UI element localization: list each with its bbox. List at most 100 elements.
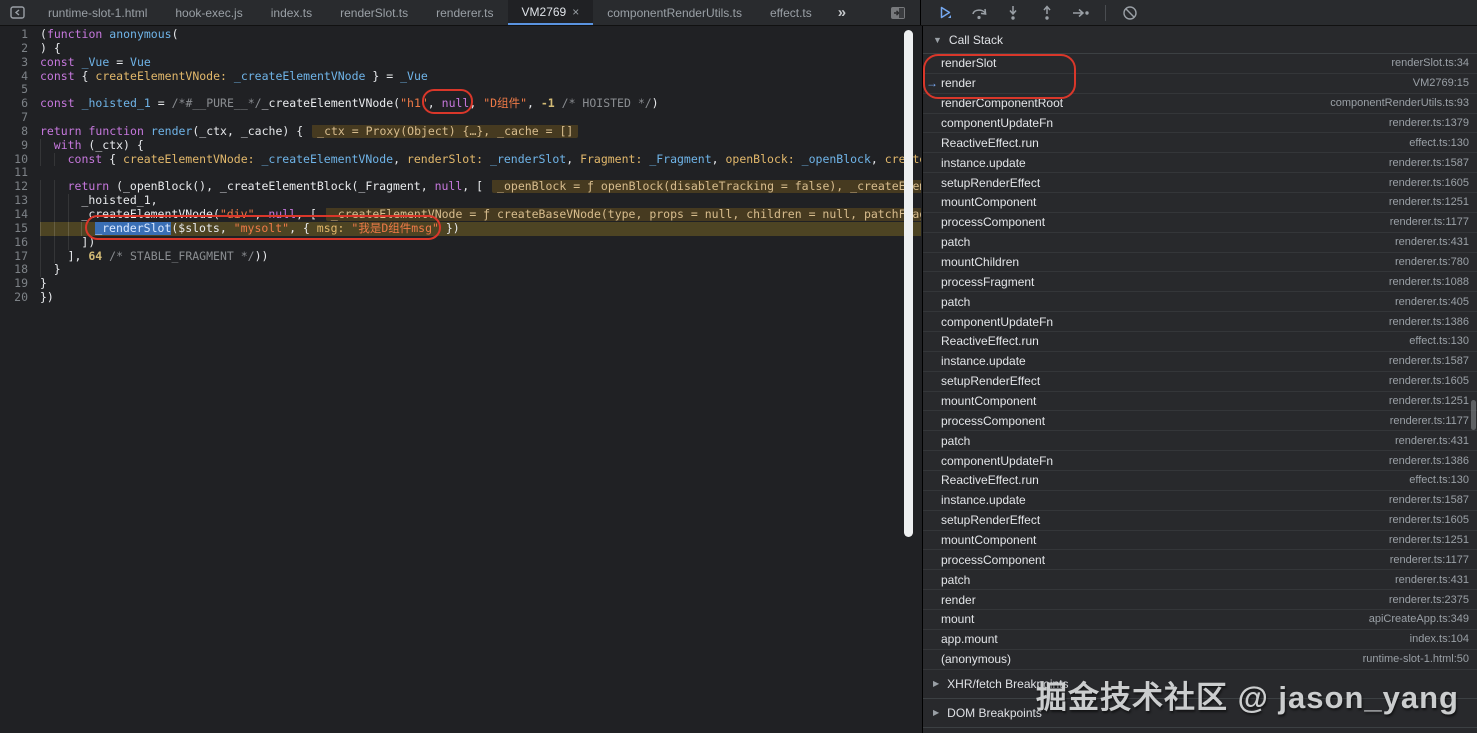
frame-location[interactable]: effect.ts:130 xyxy=(1409,335,1469,347)
code-line-20[interactable]: 20}) xyxy=(0,290,921,305)
line-number[interactable]: 15 xyxy=(0,221,40,236)
code-line-13[interactable]: 13 _hoisted_1, xyxy=(0,193,921,208)
frame-location[interactable]: renderer.ts:1251 xyxy=(1389,395,1469,407)
code-line-16[interactable]: 16]) xyxy=(0,235,921,250)
call-stack-frame[interactable]: patch renderer.ts:431 xyxy=(923,431,1477,452)
code-line-4[interactable]: 4 const { createElementVNode: _createElem… xyxy=(0,69,921,84)
frame-location[interactable]: renderSlot.ts:34 xyxy=(1391,57,1469,69)
tab-hook-exec-js[interactable]: hook-exec.js xyxy=(161,0,256,25)
frame-location[interactable]: apiCreateApp.ts:349 xyxy=(1369,613,1469,625)
call-stack-frame[interactable]: instance.update renderer.ts:1587 xyxy=(923,352,1477,372)
call-stack-frame[interactable]: render renderer.ts:2375 xyxy=(923,590,1477,611)
call-stack-frame[interactable]: patch renderer.ts:431 xyxy=(923,233,1477,253)
step-icon[interactable] xyxy=(1069,3,1093,23)
code-line-5[interactable]: 5 xyxy=(0,83,921,98)
step-out-icon[interactable] xyxy=(1035,3,1059,23)
code-line-17[interactable]: 17], 64 /* STABLE_FRAGMENT */)) xyxy=(0,249,921,264)
frame-location[interactable]: renderer.ts:405 xyxy=(1395,296,1469,308)
frame-location[interactable]: renderer.ts:431 xyxy=(1395,574,1469,586)
tab-componentrenderutils-ts[interactable]: componentRenderUtils.ts xyxy=(593,0,756,25)
tab-effect-ts[interactable]: effect.ts xyxy=(756,0,826,25)
line-number[interactable]: 3 xyxy=(0,55,40,70)
code-line-10[interactable]: 10 const { createElementVNode: _createEle… xyxy=(0,152,921,167)
call-stack-frame[interactable]: patch renderer.ts:405 xyxy=(923,292,1477,313)
deactivate-breakpoints-icon[interactable] xyxy=(1118,3,1142,23)
frame-location[interactable]: renderer.ts:780 xyxy=(1395,256,1469,268)
code-line-12[interactable]: 12 return (_openBlock(), _createElementBl… xyxy=(0,179,921,195)
more-tabs-icon[interactable]: » xyxy=(826,0,858,25)
call-stack-frame[interactable]: (anonymous) runtime-slot-1.html:50 xyxy=(923,650,1477,670)
line-number[interactable]: 12 xyxy=(0,179,40,195)
call-stack-frame[interactable]: componentUpdateFn renderer.ts:1379 xyxy=(923,114,1477,134)
code-line-9[interactable]: 9 with (_ctx) { xyxy=(0,138,921,153)
code-line-2[interactable]: 2) { xyxy=(0,41,921,56)
call-stack-frame[interactable]: instance.update renderer.ts:1587 xyxy=(923,153,1477,174)
line-number[interactable]: 18 xyxy=(0,262,40,278)
line-number[interactable]: 19 xyxy=(0,276,40,292)
call-stack-frame[interactable]: ReactiveEffect.run effect.ts:130 xyxy=(923,332,1477,352)
frame-location[interactable]: renderer.ts:1605 xyxy=(1389,514,1469,526)
editor-scrollbar[interactable] xyxy=(904,30,913,537)
call-stack-frame[interactable]: app.mount index.ts:104 xyxy=(923,630,1477,650)
call-stack-frame[interactable]: processFragment renderer.ts:1088 xyxy=(923,272,1477,293)
call-stack-frame[interactable]: setupRenderEffect renderer.ts:1605 xyxy=(923,511,1477,531)
line-number[interactable]: 14 xyxy=(0,207,40,222)
line-number[interactable]: 13 xyxy=(0,193,40,208)
line-number[interactable]: 16 xyxy=(0,235,40,250)
resume-script-icon[interactable] xyxy=(933,3,957,23)
call-stack-header[interactable]: ▼ Call Stack xyxy=(923,26,1477,54)
frame-location[interactable]: runtime-slot-1.html:50 xyxy=(1363,653,1469,665)
line-number[interactable]: 8 xyxy=(0,124,40,139)
frame-location[interactable]: renderer.ts:431 xyxy=(1395,236,1469,248)
frame-location[interactable]: renderer.ts:1386 xyxy=(1389,316,1469,328)
call-stack-frame[interactable]: processComponent renderer.ts:1177 xyxy=(923,213,1477,233)
frame-location[interactable]: renderer.ts:1251 xyxy=(1389,534,1469,546)
frame-location[interactable]: renderer.ts:1177 xyxy=(1390,554,1469,566)
frame-location[interactable]: effect.ts:130 xyxy=(1409,137,1469,149)
sidebar-scrollbar[interactable] xyxy=(1471,400,1476,430)
call-stack-frame[interactable]: setupRenderEffect renderer.ts:1605 xyxy=(923,173,1477,194)
call-stack-frame[interactable]: mountComponent renderer.ts:1251 xyxy=(923,392,1477,412)
frame-location[interactable]: renderer.ts:431 xyxy=(1395,435,1469,447)
line-number[interactable]: 4 xyxy=(0,69,40,84)
line-number[interactable]: 7 xyxy=(0,110,40,125)
line-number[interactable]: 6 xyxy=(0,96,40,112)
frame-location[interactable]: renderer.ts:1088 xyxy=(1389,276,1469,288)
navigator-toggle-icon[interactable] xyxy=(0,0,34,25)
frame-location[interactable]: renderer.ts:1251 xyxy=(1389,196,1469,208)
code-line-11[interactable]: 11 xyxy=(0,166,921,181)
call-stack-frame[interactable]: renderSlot renderSlot.ts:34 xyxy=(923,54,1477,74)
line-number[interactable]: 9 xyxy=(0,138,40,153)
frame-location[interactable]: renderer.ts:1177 xyxy=(1390,216,1469,228)
call-stack-frame[interactable]: mountChildren renderer.ts:780 xyxy=(923,253,1477,273)
frame-location[interactable]: renderer.ts:1587 xyxy=(1389,355,1469,367)
tab-close-icon[interactable]: × xyxy=(572,5,579,19)
call-stack-frame[interactable]: mountComponent renderer.ts:1251 xyxy=(923,193,1477,213)
code-line-6[interactable]: 6 const _hoisted_1 = /*#__PURE__*/_create… xyxy=(0,96,921,112)
tab-index-ts[interactable]: index.ts xyxy=(257,0,326,25)
frame-location[interactable]: renderer.ts:1587 xyxy=(1389,157,1469,169)
frame-location[interactable]: index.ts:104 xyxy=(1410,633,1469,645)
tab-vm2769[interactable]: VM2769 × xyxy=(507,0,594,25)
call-stack-frame[interactable]: patch renderer.ts:431 xyxy=(923,570,1477,591)
call-stack-frame[interactable]: processComponent renderer.ts:1177 xyxy=(923,411,1477,432)
line-number[interactable]: 11 xyxy=(0,166,40,181)
line-number[interactable]: 10 xyxy=(0,152,40,167)
call-stack-frame[interactable]: processComponent renderer.ts:1177 xyxy=(923,550,1477,571)
frame-location[interactable]: renderer.ts:1605 xyxy=(1389,177,1469,189)
code-line-1[interactable]: 1 (function anonymous( xyxy=(0,27,921,42)
frame-location[interactable]: renderer.ts:1605 xyxy=(1389,375,1469,387)
call-stack-frame[interactable]: renderComponentRoot componentRenderUtils.… xyxy=(923,94,1477,114)
line-number[interactable]: 5 xyxy=(0,83,40,98)
code-line-8[interactable]: 8 return function render(_ctx, _cache) {_… xyxy=(0,124,921,139)
call-stack-frame[interactable]: mountComponent renderer.ts:1251 xyxy=(923,531,1477,551)
frame-location[interactable]: componentRenderUtils.ts:93 xyxy=(1330,97,1469,109)
call-stack-frame[interactable]: componentUpdateFn renderer.ts:1386 xyxy=(923,451,1477,472)
code-line-19[interactable]: 19} xyxy=(0,276,921,292)
frame-location[interactable]: effect.ts:130 xyxy=(1409,474,1469,486)
call-stack-frame[interactable]: instance.update renderer.ts:1587 xyxy=(923,491,1477,511)
tab-renderslot-ts[interactable]: renderSlot.ts xyxy=(326,0,422,25)
frame-location[interactable]: renderer.ts:1379 xyxy=(1389,117,1469,129)
call-stack-frame[interactable]: ReactiveEffect.run effect.ts:130 xyxy=(923,133,1477,154)
tab-renderer-ts[interactable]: renderer.ts xyxy=(422,0,507,25)
